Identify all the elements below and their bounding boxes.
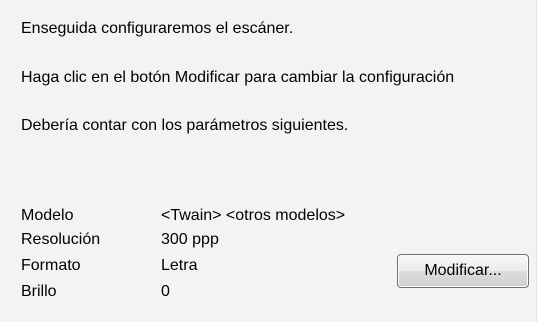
setting-label-format: Formato	[21, 257, 81, 274]
setting-value-model: <Twain> <otros modelos>	[161, 207, 346, 224]
intro-line-3: Debería contar con los parámetros siguie…	[21, 117, 349, 134]
scanner-config-panel: Enseguida configuraremos el escáner. Hag…	[0, 0, 537, 322]
setting-value-brightness: 0	[161, 283, 170, 300]
setting-label-model: Modelo	[21, 207, 74, 224]
intro-line-1: Enseguida configuraremos el escáner.	[21, 20, 294, 37]
setting-label-resolution: Resolución	[21, 231, 101, 248]
setting-value-format: Letra	[161, 257, 198, 274]
setting-label-brightness: Brillo	[21, 283, 57, 300]
intro-line-2: Haga clic en el botón Modificar para cam…	[21, 69, 455, 86]
modify-button[interactable]: Modificar...	[397, 254, 529, 288]
setting-value-resolution: 300 ppp	[161, 231, 219, 248]
